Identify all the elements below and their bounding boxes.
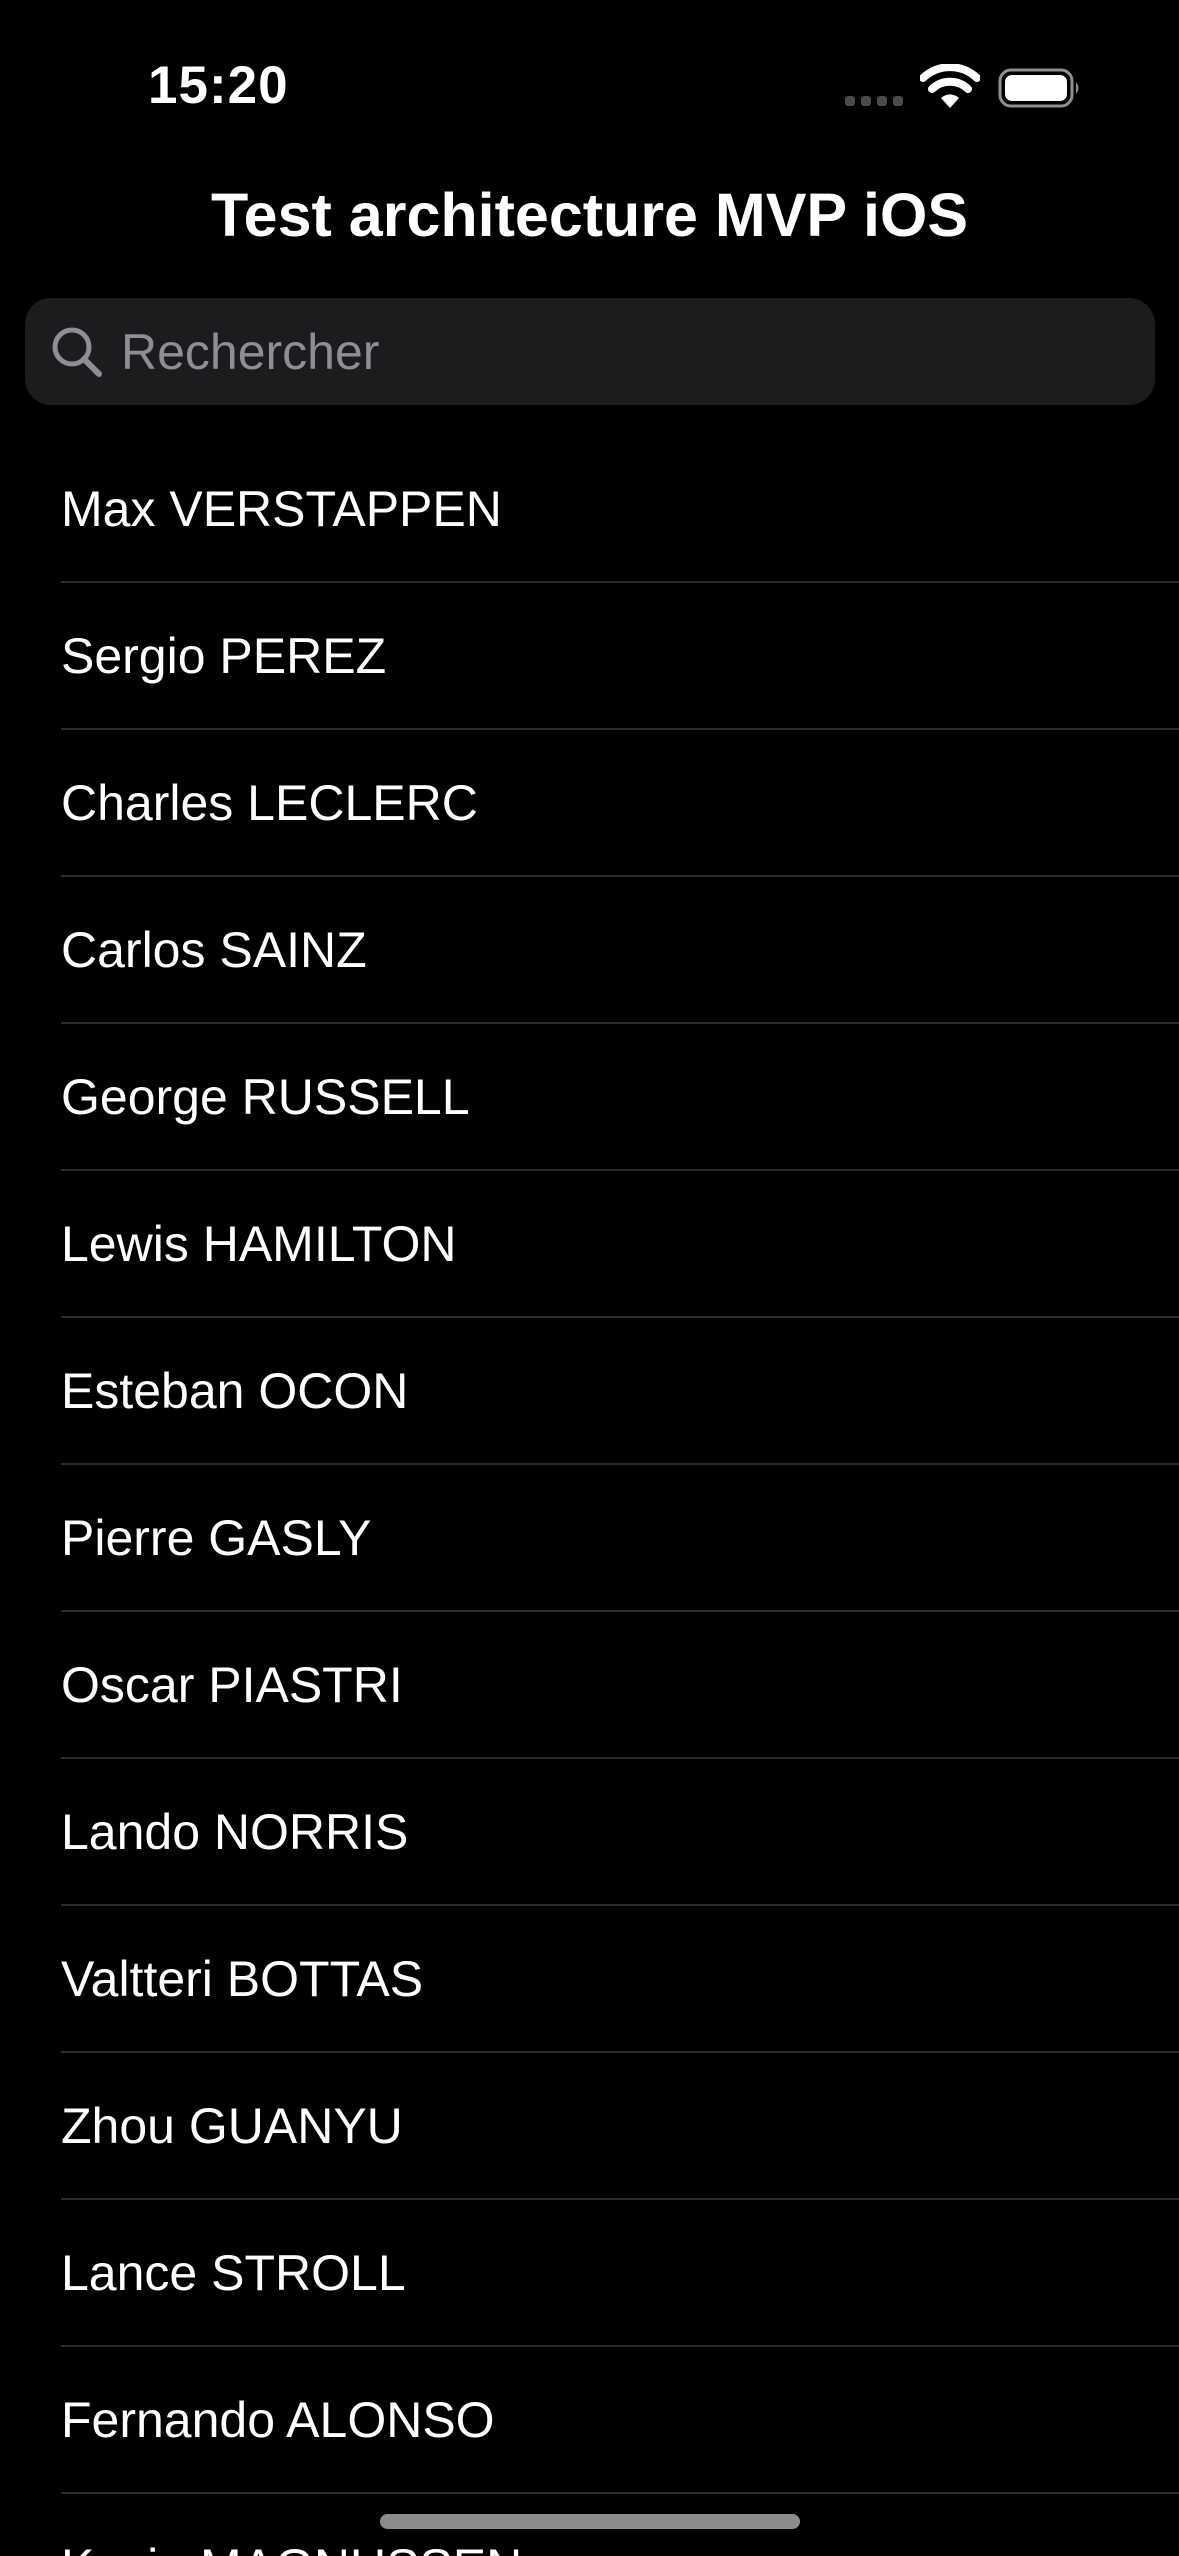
- list-item[interactable]: Esteban OCON: [0, 1318, 1179, 1465]
- list-item-label: Pierre GASLY: [61, 1510, 372, 1566]
- cellular-signal-icon: [845, 96, 903, 106]
- list-item[interactable]: Pierre GASLY: [0, 1465, 1179, 1612]
- home-indicator: [380, 2514, 800, 2529]
- list-item-label: Oscar PIASTRI: [61, 1657, 403, 1713]
- search-icon: [52, 327, 102, 377]
- search-input[interactable]: [115, 298, 1121, 405]
- list-item-label: Zhou GUANYU: [61, 2098, 403, 2154]
- list-item[interactable]: Sergio PEREZ: [0, 583, 1179, 730]
- list-item[interactable]: Lewis HAMILTON: [0, 1171, 1179, 1318]
- driver-list: Max VERSTAPPEN Sergio PEREZ Charles LECLER…: [0, 436, 1179, 2556]
- list-item[interactable]: Lando NORRIS: [0, 1759, 1179, 1906]
- battery-icon: [998, 68, 1079, 108]
- list-item[interactable]: Lance STROLL: [0, 2200, 1179, 2347]
- list-item-label: Valtteri BOTTAS: [61, 1951, 424, 2007]
- list-item[interactable]: George RUSSELL: [0, 1024, 1179, 1171]
- wifi-icon: [920, 64, 980, 108]
- list-item-label: Lance STROLL: [61, 2245, 406, 2301]
- list-item-label: George RUSSELL: [61, 1069, 470, 1125]
- list-item-label: Max VERSTAPPEN: [61, 481, 502, 537]
- list-item[interactable]: Oscar PIASTRI: [0, 1612, 1179, 1759]
- list-item-label: Esteban OCON: [61, 1363, 409, 1419]
- list-item-label: Lewis HAMILTON: [61, 1216, 457, 1272]
- list-item-label: Carlos SAINZ: [61, 922, 367, 978]
- list-item-label: Sergio PEREZ: [61, 628, 387, 684]
- status-time: 15:20: [148, 56, 289, 115]
- page-title: Test architecture MVP iOS: [210, 181, 969, 249]
- search-bar[interactable]: [25, 298, 1155, 405]
- list-item[interactable]: Zhou GUANYU: [0, 2053, 1179, 2200]
- list-item-label: Fernando ALONSO: [61, 2392, 495, 2448]
- status-bar: 15:20: [0, 0, 1179, 175]
- list-item-label: Charles LECLERC: [61, 775, 478, 831]
- list-item[interactable]: Max VERSTAPPEN: [0, 436, 1179, 583]
- list-item[interactable]: Valtteri BOTTAS: [0, 1906, 1179, 2053]
- list-item[interactable]: Charles LECLERC: [0, 730, 1179, 877]
- list-item-label: Lando NORRIS: [61, 1804, 409, 1860]
- list-item[interactable]: Fernando ALONSO: [0, 2347, 1179, 2494]
- list-item[interactable]: Carlos SAINZ: [0, 877, 1179, 1024]
